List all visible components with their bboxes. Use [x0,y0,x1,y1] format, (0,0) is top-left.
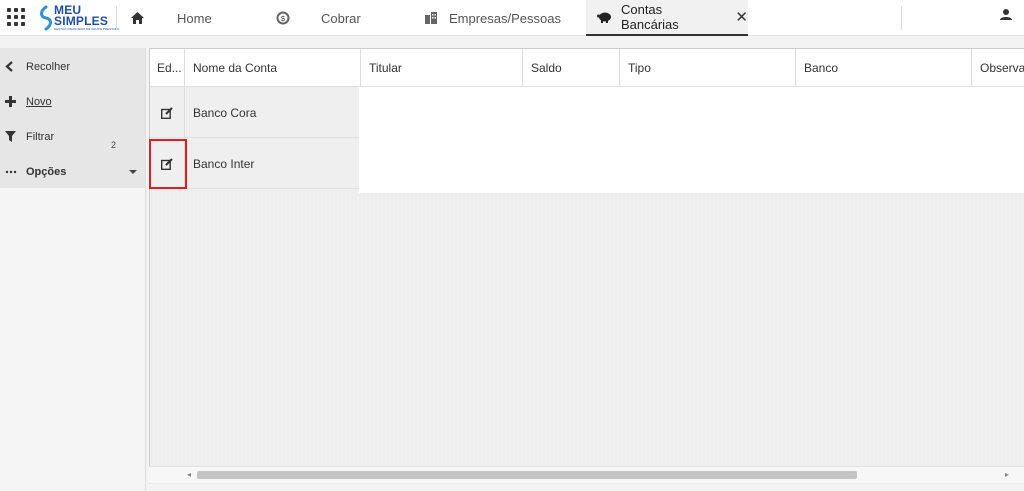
logo-subtitle: GESTÃO FINANCEIRA DE GRUPO PRESTADO [54,27,120,31]
column-header-banco[interactable]: Banco [796,49,972,87]
column-header-saldo[interactable]: Saldo [523,49,620,87]
table-row[interactable]: Banco Cora [150,87,359,138]
buildings-icon [425,12,437,24]
horizontal-scrollbar[interactable]: ◂ ▸ [149,466,1024,483]
sidebar-item-label: Novo [26,95,52,108]
table-body-background [359,87,1024,193]
table-header: Ed... Nome da Conta Titular Saldo Tipo B… [150,49,1024,87]
apps-grid-icon[interactable] [7,8,25,26]
column-header-nome-da-conta[interactable]: Nome da Conta [185,49,361,87]
logo-text: MEU SIMPLES [54,3,109,28]
filter-icon [5,131,25,142]
sidebar-item-label: Filtrar [26,130,55,143]
filter-count-badge: 2 [111,140,117,150]
edit-icon [161,106,173,119]
tab-label: Home [177,10,212,26]
dollar-coin-icon: $ [276,11,290,25]
divider [901,6,902,30]
tab-home[interactable]: Home [160,0,240,36]
account-name-cell: Banco Inter [193,156,255,171]
tab-cobrar[interactable]: $ Cobrar [270,0,380,36]
user-icon[interactable] [999,8,1013,22]
data-grid: Ed... Nome da Conta Titular Saldo Tipo B… [149,48,1024,484]
logo-mark-icon [40,5,52,31]
scrollbar-thumb[interactable] [197,471,857,479]
tab-label: Empresas/Pessoas [449,10,561,26]
sidebar-item-opcoes[interactable]: Opções [0,154,146,189]
top-bar: MEU SIMPLES GESTÃO FINANCEIRA DE GRUPO P… [0,0,1024,36]
column-header-titular[interactable]: Titular [361,49,523,87]
svg-text:$: $ [281,16,285,23]
divider [116,6,117,30]
sidebar-item-filtrar[interactable]: Filtrar [0,119,146,154]
sidebar-item-novo[interactable]: Novo [0,84,146,119]
column-header-observacoes[interactable]: Observa [972,49,1024,87]
piggy-bank-icon [597,12,611,23]
scroll-right-icon[interactable]: ▸ [1005,470,1009,479]
sidebar-item-label: Opções [26,165,67,178]
plus-icon [5,96,25,107]
chevron-down-icon [129,170,137,174]
sidebar-item-recolher[interactable]: Recolher [0,49,146,84]
sidebar-item-label: Recolher [26,60,71,73]
column-header-tipo[interactable]: Tipo [620,49,796,87]
scroll-left-icon[interactable]: ◂ [187,470,191,479]
edit-button[interactable] [150,87,185,138]
tab-label: Contas Bancárias [620,2,679,32]
tab-label: Cobrar [321,10,361,26]
logo[interactable]: MEU SIMPLES GESTÃO FINANCEIRA DE GRUPO P… [38,3,119,32]
tab-contas-bancarias[interactable]: Contas Bancárias ✕ [586,0,748,36]
tab-empresas-pessoas[interactable]: Empresas/Pessoas [415,0,575,36]
more-icon [5,170,25,174]
chevron-left-icon [5,61,25,72]
home-icon[interactable] [131,12,144,24]
sidebar: Recolher Novo Filtrar 2 Opções [0,48,146,491]
highlight-box [149,139,187,189]
close-icon[interactable]: ✕ [735,8,748,26]
account-name-cell: Banco Cora [193,105,257,120]
column-header-edit[interactable]: Ed... [150,49,185,87]
